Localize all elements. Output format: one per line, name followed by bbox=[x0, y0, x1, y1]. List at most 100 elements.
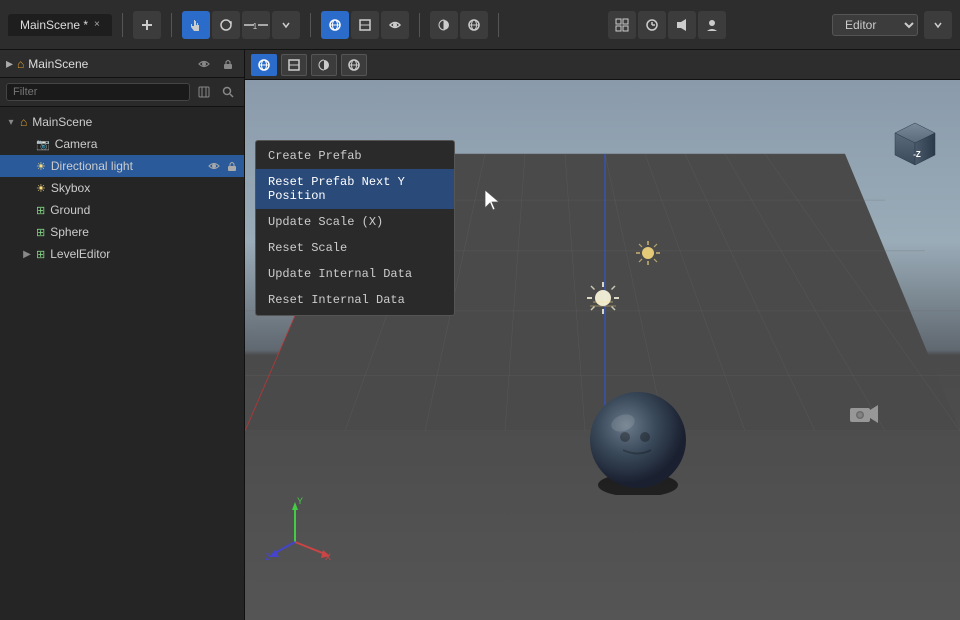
hierarchy-item-sphere[interactable]: ⊞ Sphere bbox=[0, 221, 244, 243]
scene-canvas[interactable]: Y X Z bbox=[245, 80, 960, 620]
toolbar-separator-1 bbox=[122, 13, 123, 37]
editor-mode-dropdown[interactable]: Editor bbox=[832, 14, 918, 36]
level-scene-icon: ⊞ bbox=[36, 248, 45, 261]
ctx-create-prefab[interactable]: Create Prefab bbox=[256, 143, 454, 169]
scene-half-circle-button[interactable] bbox=[311, 54, 337, 76]
account-button[interactable] bbox=[698, 11, 726, 39]
camera-scene-object bbox=[848, 400, 880, 431]
nav-cube-label: -Z bbox=[913, 150, 921, 159]
editor-dropdown-arrow[interactable] bbox=[924, 11, 952, 39]
scene-view[interactable]: Y X Z bbox=[245, 50, 960, 620]
scene-view-toolbar bbox=[245, 50, 960, 80]
skybox-visibility-btn[interactable] bbox=[206, 180, 222, 196]
sidebar-header: ▸ ⌂ MainScene bbox=[0, 50, 244, 78]
visibility-toggle-button[interactable] bbox=[194, 54, 214, 74]
camera-lock-btn[interactable] bbox=[224, 136, 240, 152]
layers-view-button[interactable] bbox=[351, 11, 379, 39]
search-row bbox=[0, 78, 244, 107]
home-icon: ⌂ bbox=[20, 115, 27, 129]
eye-view-button[interactable] bbox=[381, 11, 409, 39]
light-lock-btn[interactable] bbox=[224, 158, 240, 174]
sun-icon-1 bbox=[585, 280, 621, 319]
toolbar-separator-2 bbox=[171, 13, 172, 37]
main-scene-tab[interactable]: MainScene * × bbox=[8, 14, 112, 36]
ctx-reset-prefab-pos[interactable]: Reset Prefab Next Y Position bbox=[256, 169, 454, 209]
sphere-scene-icon: ⊞ bbox=[36, 226, 45, 239]
light-visibility-btn[interactable] bbox=[206, 158, 222, 174]
toolbar-separator-4 bbox=[419, 13, 420, 37]
hierarchy-item-mainscene[interactable]: ▾ ⌂ MainScene bbox=[0, 111, 244, 133]
sphere-lock-btn[interactable] bbox=[224, 224, 240, 240]
hierarchy-list: ▾ ⌂ MainScene 📷 Camera bbox=[0, 107, 244, 620]
hierarchy-item-leveleditor[interactable]: ▶ ⊞ LevelEditor bbox=[0, 243, 244, 265]
ctx-reset-internal[interactable]: Reset Internal Data bbox=[256, 287, 454, 313]
light-scene-icon: ☀ bbox=[36, 160, 46, 173]
search-button[interactable] bbox=[218, 82, 238, 102]
scene-globe-button[interactable] bbox=[251, 54, 277, 76]
item-visibility-btn[interactable] bbox=[206, 114, 222, 130]
scene-cursor bbox=[485, 190, 503, 215]
main-layout: ▸ ⌂ MainScene bbox=[0, 50, 960, 620]
hierarchy-item-skybox[interactable]: ☀ Skybox bbox=[0, 177, 244, 199]
scene-title: MainScene bbox=[28, 57, 88, 71]
globe2-button[interactable] bbox=[460, 11, 488, 39]
level-visibility-btn[interactable] bbox=[206, 246, 222, 262]
scene-icon: ▸ bbox=[6, 55, 13, 72]
scene-layers-button[interactable] bbox=[281, 54, 307, 76]
stats-button[interactable] bbox=[638, 11, 666, 39]
expand-arrow-level: ▶ bbox=[20, 249, 34, 260]
rotate-tool-button[interactable] bbox=[212, 11, 240, 39]
filter-input[interactable] bbox=[6, 83, 190, 101]
ground-visibility-btn[interactable] bbox=[206, 202, 222, 218]
svg-text:Z: Z bbox=[265, 552, 271, 562]
ground-lock-btn[interactable] bbox=[224, 202, 240, 218]
camera-visibility-btn[interactable] bbox=[206, 136, 222, 152]
hand-tool-button[interactable] bbox=[182, 11, 210, 39]
svg-text:1: 1 bbox=[253, 22, 258, 31]
tab-label: MainScene * bbox=[20, 18, 88, 32]
hierarchy-item-camera[interactable]: 📷 Camera bbox=[0, 133, 244, 155]
add-button[interactable] bbox=[133, 11, 161, 39]
hierarchy-panel: ▸ ⌂ MainScene bbox=[0, 50, 245, 620]
audio-button[interactable] bbox=[668, 11, 696, 39]
item-actions-light bbox=[206, 158, 240, 174]
scale-dropdown-button[interactable] bbox=[272, 11, 300, 39]
half-circle-button[interactable] bbox=[430, 11, 458, 39]
transform-tools: 1 bbox=[182, 11, 300, 39]
camera-label: Camera bbox=[55, 137, 204, 151]
lock-toggle-button[interactable] bbox=[218, 54, 238, 74]
globe-view-button[interactable] bbox=[321, 11, 349, 39]
ctx-reset-scale[interactable]: Reset Scale bbox=[256, 235, 454, 261]
sphere-label: Sphere bbox=[50, 225, 204, 239]
scene-axis-indicator: Y X Z bbox=[265, 492, 335, 565]
scene-sphere-object bbox=[583, 385, 693, 495]
view-mode-tools bbox=[321, 11, 409, 39]
ground-label: Ground bbox=[50, 203, 204, 217]
ctx-update-scale[interactable]: Update Scale (X) bbox=[256, 209, 454, 235]
split-view-button-group bbox=[430, 11, 488, 39]
level-lock-btn[interactable] bbox=[224, 246, 240, 262]
nav-cube[interactable]: -Z bbox=[885, 115, 945, 178]
item-lock-btn[interactable] bbox=[224, 114, 240, 130]
layout-tools bbox=[608, 11, 726, 39]
ctx-update-internal[interactable]: Update Internal Data bbox=[256, 261, 454, 287]
ground-scene-icon: ⊞ bbox=[36, 204, 45, 217]
hierarchy-item-directional-light[interactable]: ☀ Directional light bbox=[0, 155, 244, 177]
skybox-label: Skybox bbox=[51, 181, 204, 195]
scale-tool-button[interactable]: 1 bbox=[242, 11, 270, 39]
camera-scene-icon: 📷 bbox=[36, 138, 50, 151]
scene-home-icon: ⌂ bbox=[17, 57, 24, 71]
sun-icon-2 bbox=[635, 240, 661, 269]
filter-options-button[interactable] bbox=[194, 82, 214, 102]
skybox-scene-icon: ☀ bbox=[36, 182, 46, 195]
expand-arrow: ▾ bbox=[4, 117, 18, 128]
skybox-lock-btn[interactable] bbox=[224, 180, 240, 196]
context-menu: Create Prefab Reset Prefab Next Y Positi… bbox=[255, 140, 455, 316]
sphere-visibility-btn[interactable] bbox=[206, 224, 222, 240]
svg-text:X: X bbox=[325, 552, 331, 562]
tab-close-button[interactable]: × bbox=[94, 19, 100, 30]
hierarchy-item-ground[interactable]: ⊞ Ground bbox=[0, 199, 244, 221]
toolbar-separator-5 bbox=[498, 13, 499, 37]
scene-globe2-button[interactable] bbox=[341, 54, 367, 76]
grid-layout-button[interactable] bbox=[608, 11, 636, 39]
